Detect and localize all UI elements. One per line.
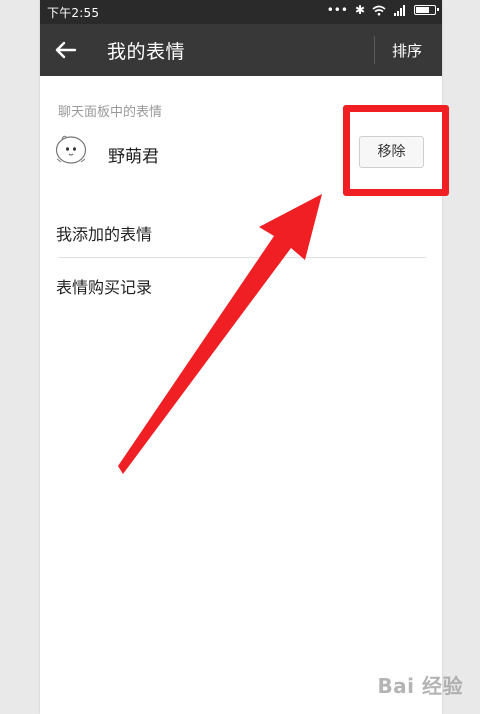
chat-panel-section-label: 聊天面板中的表情 [58, 105, 163, 120]
page-title: 我的表情 [107, 41, 186, 63]
emoji-pack-name: 野萌君 [108, 147, 159, 167]
battery-icon [414, 5, 439, 15]
menu-item-added-emojis[interactable]: 我添加的表情 [40, 206, 442, 258]
signal-icon [393, 4, 407, 16]
watermark: Bai 经验 [377, 674, 463, 698]
status-icons: ••• ✱ [326, 3, 439, 17]
annotation-highlight-box [343, 105, 449, 196]
menu-item-purchase-history[interactable]: 表情购买记录 [40, 259, 442, 311]
menu-item-label: 我添加的表情 [56, 225, 153, 244]
sort-button[interactable]: 排序 [392, 40, 422, 61]
status-time: 下午2:55 [47, 6, 100, 20]
back-arrow-icon[interactable] [50, 34, 82, 66]
bluetooth-icon: ✱ [354, 3, 365, 17]
app-bar: 我的表情 排序 [40, 24, 442, 76]
sticker-thumbnail-icon [55, 135, 87, 164]
more-icon: ••• [326, 3, 348, 17]
header-divider [374, 36, 375, 64]
divider [58, 257, 426, 258]
status-bar: 下午2:55 ••• ✱ [40, 0, 442, 24]
wifi-icon [372, 5, 386, 15]
battery-fill [416, 7, 429, 13]
menu-item-label: 表情购买记录 [56, 278, 153, 297]
